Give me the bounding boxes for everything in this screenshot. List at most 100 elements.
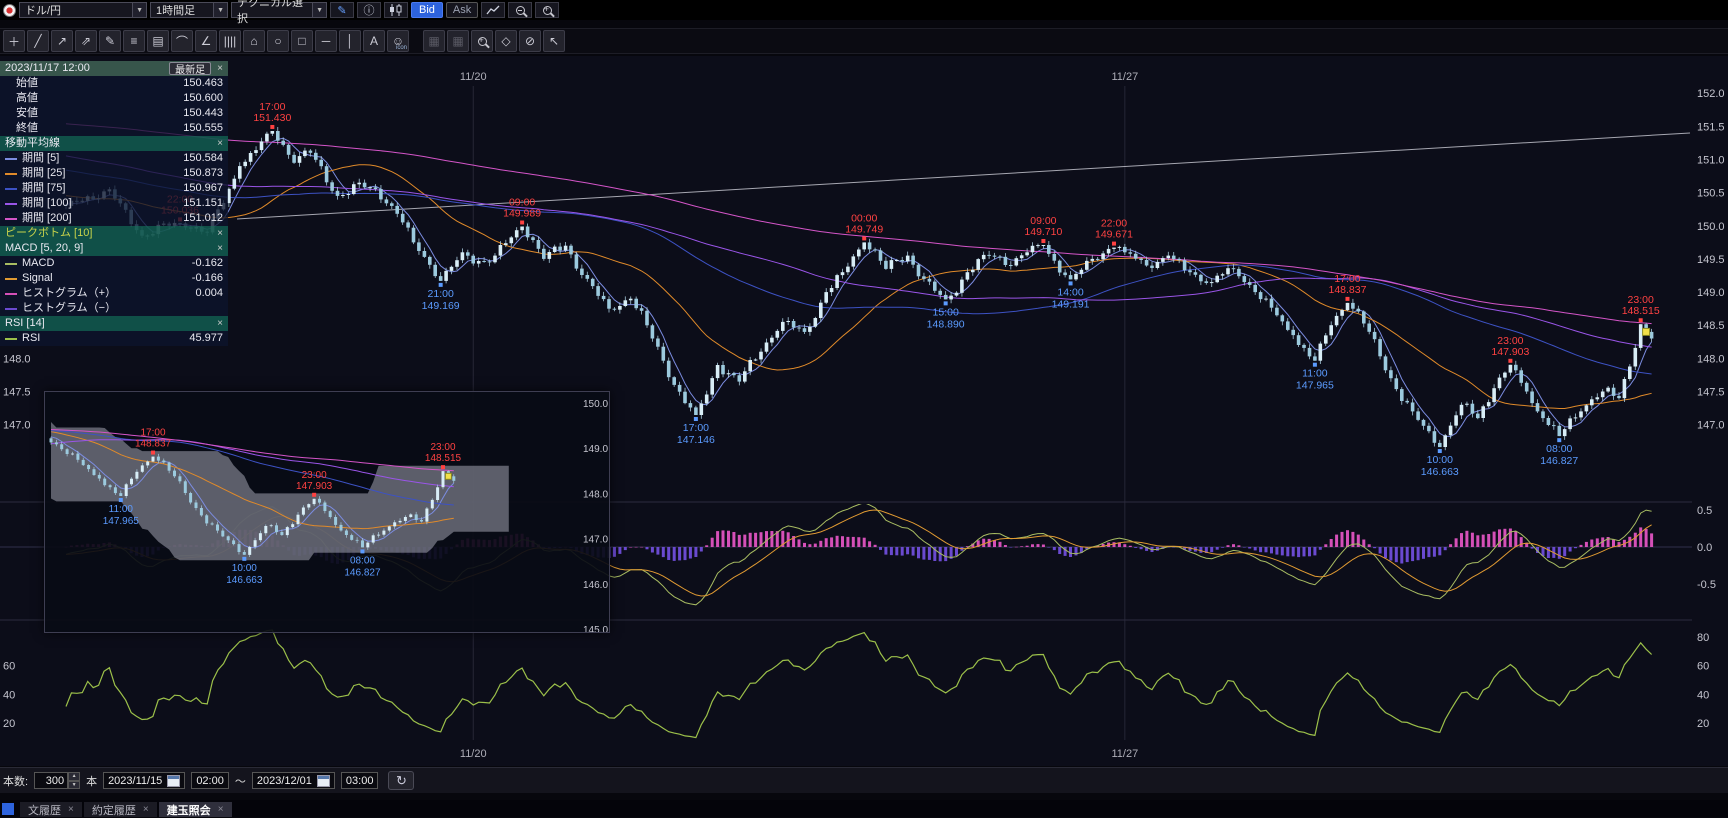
- line-chart-button[interactable]: [481, 2, 505, 18]
- draw-mode-button[interactable]: ✎: [330, 2, 354, 18]
- indicator-value-row: 期間 [25]150.873: [0, 166, 228, 181]
- annotation-time: 17:00: [141, 428, 166, 439]
- close-icon[interactable]: ×: [217, 139, 223, 149]
- axis-label: 146.0: [583, 580, 608, 591]
- high-marker: [270, 125, 274, 129]
- tab-文履歴[interactable]: 文履歴×: [20, 802, 82, 817]
- chevron-down-icon: ▼: [132, 3, 146, 17]
- annotation-price: 149.169: [422, 300, 460, 312]
- row-value: 151.151: [183, 198, 223, 209]
- icon-stamp-button[interactable]: ☺icon: [387, 30, 409, 52]
- series-color-swatch: [5, 173, 17, 175]
- indicator-value-row: 終値150.555: [0, 121, 228, 136]
- timeframe-select[interactable]: 1時間足 ▼: [150, 2, 228, 18]
- zoom-in-button[interactable]: [535, 2, 559, 18]
- close-icon[interactable]: ×: [143, 804, 149, 815]
- annotation-price: 151.430: [253, 112, 291, 124]
- close-icon[interactable]: ×: [218, 804, 224, 815]
- tab-label: 約定履歴: [92, 802, 136, 818]
- series-color-swatch: [5, 308, 17, 310]
- extended-line-button[interactable]: ↗: [51, 30, 73, 52]
- to-date-input[interactable]: 2023/12/01: [252, 772, 335, 789]
- stepper-down-icon[interactable]: ▼: [68, 781, 80, 790]
- indicator-value-row: ヒストグラム（+）0.004: [0, 286, 228, 301]
- row-label: 安値: [16, 108, 38, 119]
- reload-button[interactable]: ↻: [388, 771, 414, 790]
- mini-chart-panel[interactable]: 17:00148.83723:00147.90323:00148.51511:0…: [44, 391, 610, 633]
- zoom-out-button[interactable]: [508, 2, 532, 18]
- ray-line-icon: ⇗: [81, 34, 91, 48]
- candle-chart-button[interactable]: [384, 2, 408, 18]
- axis-label: 148.0: [3, 353, 31, 365]
- tab-約定履歴[interactable]: 約定履歴 ×: [84, 802, 157, 817]
- delete-all-icon: ⊘: [525, 34, 535, 48]
- pair-select[interactable]: ドル/円 ▼: [19, 2, 147, 18]
- latest-price-marker: [445, 473, 451, 479]
- fibonacci-timezone-button[interactable]: ||||: [219, 30, 241, 52]
- bar-count-stepper[interactable]: 300 ▲ ▼: [34, 772, 80, 789]
- low-marker: [1069, 281, 1073, 285]
- select-arrow-button[interactable]: ↖: [543, 30, 565, 52]
- annotation-price: 147.965: [103, 516, 140, 527]
- template-slot-2-button[interactable]: ▦: [447, 30, 469, 52]
- info-button[interactable]: ⓘ: [357, 2, 381, 18]
- zoom-area-button[interactable]: [471, 30, 493, 52]
- rectangle-shape-button[interactable]: □: [291, 30, 313, 52]
- tab-建玉照会[interactable]: 建玉照会 ×: [159, 802, 232, 817]
- high-marker: [151, 451, 155, 455]
- mini-chart[interactable]: 17:00148.83723:00147.90323:00148.51511:0…: [45, 392, 609, 632]
- horizontal-line-button[interactable]: ─: [315, 30, 337, 52]
- row-label: 期間 [100]: [22, 198, 72, 209]
- freehand-pencil-button[interactable]: ✎: [99, 30, 121, 52]
- trend-line-button[interactable]: ╱: [27, 30, 49, 52]
- latest-bar-button[interactable]: 最新足: [169, 62, 211, 75]
- indicator-value-row: 高値150.600: [0, 91, 228, 106]
- from-time-input[interactable]: 02:00: [191, 772, 229, 789]
- close-icon[interactable]: ×: [68, 804, 74, 815]
- vertical-line-button[interactable]: │: [339, 30, 361, 52]
- stepper-up-icon[interactable]: ▲: [68, 772, 80, 781]
- technical-select[interactable]: テクニカル選択 ▼: [231, 2, 327, 18]
- pair-select-label: ドル/円: [25, 2, 61, 18]
- to-time-input[interactable]: 03:00: [341, 772, 379, 789]
- fibonacci-arc-button[interactable]: ⌒: [171, 30, 193, 52]
- axis-label: 150.5: [1697, 188, 1725, 200]
- axis-label: 148.0: [583, 489, 608, 500]
- ask-button[interactable]: Ask: [446, 2, 478, 18]
- calendar-icon[interactable]: [317, 775, 330, 787]
- row-label: 期間 [200]: [22, 213, 72, 224]
- from-date-input[interactable]: 2023/11/15: [103, 772, 185, 789]
- parallel-lines-button[interactable]: ≡: [123, 30, 145, 52]
- row-label: 2023/11/17 12:00: [5, 63, 90, 74]
- date-label-top: 11/20: [460, 71, 487, 83]
- date-label-bottom: 11/27: [1111, 748, 1138, 760]
- series-color-swatch: [5, 278, 17, 280]
- annotation-time: 08:00: [350, 555, 375, 566]
- extended-line-icon: ↗: [57, 34, 67, 48]
- ray-line-button[interactable]: ⇗: [75, 30, 97, 52]
- close-icon[interactable]: ×: [217, 64, 223, 74]
- close-icon[interactable]: ×: [217, 244, 223, 254]
- ellipse-shape-button[interactable]: ○: [267, 30, 289, 52]
- pentagon-shape-button[interactable]: ⌂: [243, 30, 265, 52]
- row-label: 期間 [5]: [22, 153, 59, 164]
- eraser-button[interactable]: ◇: [495, 30, 517, 52]
- row-label: 始値: [16, 78, 38, 89]
- bar-count-value[interactable]: 300: [34, 772, 68, 789]
- axis-label: 40: [3, 689, 15, 701]
- gann-fan-button[interactable]: ∠: [195, 30, 217, 52]
- series-color-swatch: [5, 188, 17, 190]
- text-tool-button[interactable]: A: [363, 30, 385, 52]
- tab-label: 建玉照会: [167, 802, 211, 818]
- close-icon[interactable]: ×: [217, 229, 223, 239]
- row-value: 0.004: [195, 288, 223, 299]
- bid-button[interactable]: Bid: [411, 2, 443, 18]
- fibonacci-retracement-button[interactable]: ▤: [147, 30, 169, 52]
- template-slot-1-button[interactable]: ▦: [423, 30, 445, 52]
- close-icon[interactable]: ×: [217, 319, 223, 329]
- calendar-icon[interactable]: [167, 775, 180, 787]
- annotation-time: 17:00: [683, 422, 709, 434]
- cursor-crosshair-button[interactable]: ＋: [3, 30, 25, 52]
- delete-all-button[interactable]: ⊘: [519, 30, 541, 52]
- row-label: ピークボトム [10]: [5, 228, 92, 239]
